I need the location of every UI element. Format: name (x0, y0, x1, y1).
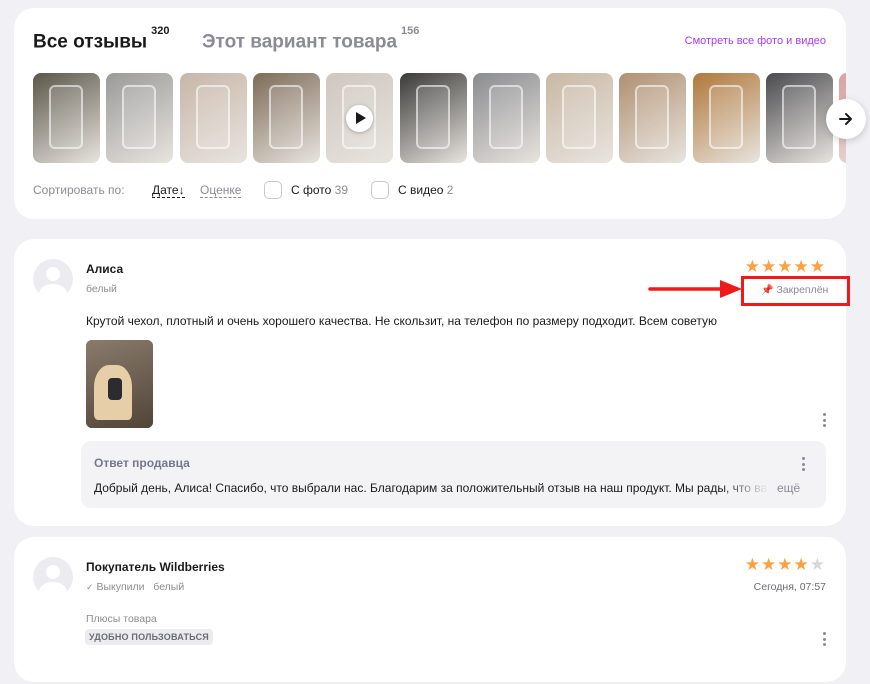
seller-reply-more-menu[interactable] (797, 456, 809, 472)
review-variant: белый (153, 581, 185, 593)
play-icon (346, 105, 374, 132)
star-filled-icon: ★ (777, 555, 794, 574)
review-date: Сегодня, 07:57 (753, 581, 826, 593)
with-photo-checkbox[interactable] (264, 181, 282, 199)
gallery-photo-thumb[interactable] (692, 73, 760, 163)
gallery-photo-thumb[interactable] (252, 73, 320, 163)
tab-all-reviews[interactable]: Все отзывы 320 (33, 25, 170, 53)
star-filled-icon: ★ (744, 555, 761, 574)
reviews-header-card: Все отзывы 320 Этот вариант товара 156 Смо… (14, 8, 866, 219)
with-video-label[interactable]: С видео 2 (398, 183, 453, 197)
seller-reply-fade (721, 479, 781, 499)
review-rating-stars: ★★★★★ (745, 555, 826, 575)
sort-label: Сортировать по: (33, 183, 125, 197)
gallery-photo-thumb[interactable] (619, 73, 687, 163)
phone-case-image (782, 85, 816, 149)
phone-case-image (488, 85, 523, 149)
star-empty-icon: ★ (809, 555, 826, 574)
phone-case-image (268, 85, 303, 149)
bought-label: Выкупили (96, 581, 145, 593)
phone-case-image (122, 85, 157, 149)
tab-all-reviews-label[interactable]: Все отзывы (33, 31, 147, 52)
with-photo-label[interactable]: С фото 39 (291, 183, 348, 197)
star-filled-icon: ★ (809, 257, 826, 276)
arrow-right-icon (839, 113, 852, 125)
review-card: Покупатель Wildberries ✓ Выкупили белый … (14, 537, 846, 682)
gallery-photo-thumb[interactable] (33, 73, 100, 163)
star-filled-icon: ★ (793, 555, 810, 574)
photo-gallery (33, 73, 846, 163)
see-all-photos-link[interactable]: Смотреть все фото и видео (685, 35, 826, 47)
sort-direction-icon: ↓ (178, 183, 185, 197)
seller-reply-text: Добрый день, Алиса! Спасибо, что выбрали… (94, 481, 774, 495)
gallery-video-thumb[interactable] (326, 73, 394, 163)
check-icon: ✓ (86, 582, 94, 592)
phone-case-image (195, 85, 230, 149)
star-filled-icon: ★ (777, 257, 794, 276)
review-author: Алиса (86, 262, 124, 276)
seller-reply-title: Ответ продавца (94, 456, 190, 470)
phone-case-image (708, 85, 743, 149)
review-more-menu[interactable] (818, 412, 830, 428)
with-video-checkbox[interactable] (371, 181, 389, 199)
phone-case-image (49, 85, 83, 149)
gallery-photo-thumb[interactable] (399, 73, 467, 163)
star-filled-icon: ★ (761, 555, 778, 574)
sort-by-date-button[interactable]: Дате↓ (152, 183, 185, 198)
tab-this-variant-count: 156 (401, 25, 420, 37)
pros-label: Плюсы товара (86, 613, 157, 625)
with-video-count: 2 (446, 183, 454, 197)
pinned-label: Закреплён (776, 284, 829, 296)
pinned-badge: 📌 Закреплён (741, 276, 850, 306)
with-video-text: С видео (398, 183, 444, 197)
tab-this-variant[interactable]: Этот вариант товара 156 (202, 25, 419, 53)
sort-by-rating-button[interactable]: Оценке (200, 183, 242, 198)
avatar (33, 557, 73, 597)
review-more-menu[interactable] (818, 631, 830, 647)
bought-badge: ✓ Выкупили белый (86, 581, 184, 593)
review-text: Крутой чехол, плотный и очень хорошего к… (86, 314, 718, 328)
star-filled-icon: ★ (744, 257, 761, 276)
gallery-photo-thumb[interactable] (106, 73, 174, 163)
review-card: Алиса белый ★★★★★ 📌 Закреплён Крутой чехо… (14, 239, 850, 526)
avatar (33, 259, 73, 299)
review-author: Покупатель Wildberries (86, 560, 225, 574)
phone-case-image (415, 85, 450, 149)
review-variant: белый (86, 283, 117, 295)
seller-reply-expand-link[interactable]: ещё (777, 481, 800, 495)
gallery-next-button[interactable] (826, 99, 866, 139)
review-photo-phone (108, 378, 122, 400)
sort-by-date-label: Дате (152, 183, 179, 197)
gallery-photo-thumb[interactable] (179, 73, 247, 163)
review-photo[interactable] (86, 340, 153, 428)
with-photo-count: 39 (334, 183, 349, 197)
with-photo-text: С фото (291, 183, 332, 197)
gallery-photo-thumb[interactable] (546, 73, 614, 163)
seller-reply: Ответ продавца Добрый день, Алиса! Спаси… (81, 441, 826, 508)
phone-case-image (562, 85, 597, 149)
phone-case-image (635, 85, 670, 149)
tab-this-variant-label[interactable]: Этот вариант товара (202, 31, 397, 52)
gallery-photo-thumb[interactable] (766, 73, 833, 163)
red-annotation-arrow (648, 280, 742, 298)
pros-tag: УДОБНО ПОЛЬЗОВАТЬСЯ (85, 629, 213, 645)
pin-icon: 📌 (761, 285, 774, 296)
review-rating-stars: ★★★★★ (745, 257, 826, 277)
tab-all-reviews-count: 320 (151, 25, 170, 37)
star-filled-icon: ★ (761, 257, 778, 276)
star-filled-icon: ★ (793, 257, 810, 276)
gallery-photo-thumb[interactable] (472, 73, 540, 163)
